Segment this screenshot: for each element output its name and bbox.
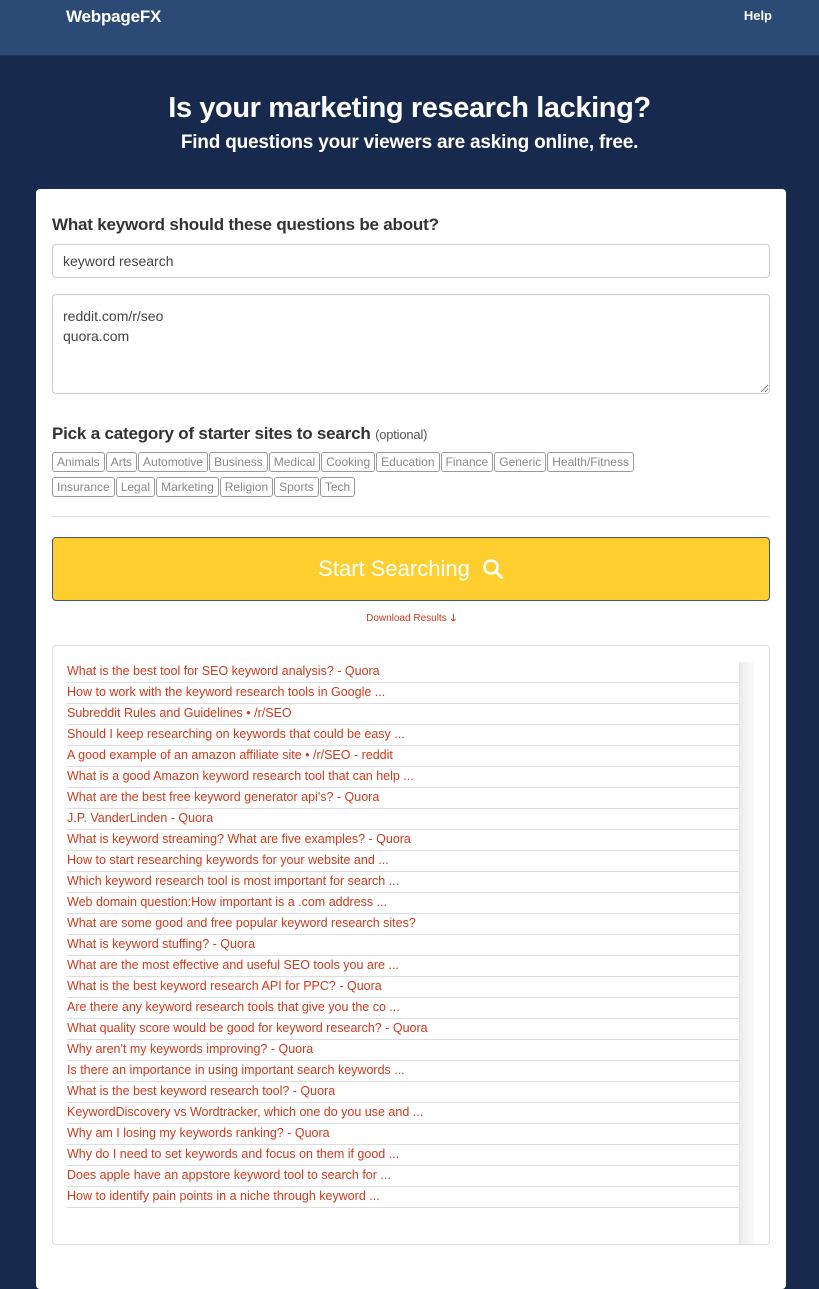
result-item: What quality score would be good for key… bbox=[67, 1019, 740, 1040]
result-item: How to identify pain points in a niche t… bbox=[67, 1187, 740, 1208]
result-item: Should I keep researching on keywords th… bbox=[67, 725, 740, 746]
result-link[interactable]: KeywordDiscovery vs Wordtracker, which o… bbox=[67, 1105, 423, 1119]
result-item: What is keyword stuffing? - Quora bbox=[67, 935, 740, 956]
result-item: What is the best keyword research tool? … bbox=[67, 1082, 740, 1103]
result-item: KeywordDiscovery vs Wordtracker, which o… bbox=[67, 1103, 740, 1124]
category-optional-note: (optional) bbox=[375, 427, 428, 442]
result-link[interactable]: What is keyword streaming? What are five… bbox=[67, 832, 411, 846]
result-link[interactable]: Which keyword research tool is most impo… bbox=[67, 874, 399, 888]
result-item: What is the best tool for SEO keyword an… bbox=[67, 662, 740, 683]
search-card: What keyword should these questions be a… bbox=[36, 189, 786, 1289]
result-item: J.P. VanderLinden - Quora bbox=[67, 809, 740, 830]
result-link[interactable]: J.P. VanderLinden - Quora bbox=[67, 811, 213, 825]
category-tag-arts[interactable]: Arts bbox=[105, 452, 138, 472]
keyword-label: What keyword should these questions be a… bbox=[52, 215, 439, 234]
results-panel: What is the best tool for SEO keyword an… bbox=[52, 645, 770, 1245]
category-tag-marketing[interactable]: Marketing bbox=[156, 477, 219, 497]
result-link[interactable]: What is a good Amazon keyword research t… bbox=[67, 769, 414, 783]
download-results-link[interactable]: Download Results 🡓 bbox=[52, 611, 770, 628]
results-scrollbar[interactable] bbox=[739, 662, 754, 1244]
result-item: Does apple have an appstore keyword tool… bbox=[67, 1166, 740, 1187]
result-item: Why do I need to set keywords and focus … bbox=[67, 1145, 740, 1166]
category-tag-medical[interactable]: Medical bbox=[268, 452, 321, 472]
category-tag-health-fitness[interactable]: Health/Fitness bbox=[547, 452, 634, 472]
category-tag-insurance[interactable]: Insurance bbox=[52, 477, 115, 497]
result-item: Is there an importance in using importan… bbox=[67, 1061, 740, 1082]
result-item: Why am I losing my keywords ranking? - Q… bbox=[67, 1124, 740, 1145]
divider bbox=[52, 516, 770, 517]
category-tag-generic[interactable]: Generic bbox=[494, 452, 547, 472]
category-tag-religion[interactable]: Religion bbox=[219, 477, 274, 497]
result-item: Web domain question:How important is a .… bbox=[67, 893, 740, 914]
result-item: Which keyword research tool is most impo… bbox=[67, 872, 740, 893]
category-tag-business[interactable]: Business bbox=[209, 452, 268, 472]
download-results-label: Download Results bbox=[366, 613, 447, 624]
result-item: A good example of an amazon affiliate si… bbox=[67, 746, 740, 767]
page-subtitle: Find questions your viewers are asking o… bbox=[180, 132, 639, 153]
category-label: Pick a category of starter sites to sear… bbox=[52, 424, 371, 443]
category-tag-animals[interactable]: Animals bbox=[52, 452, 105, 472]
result-link[interactable]: Why aren't my keywords improving? - Quor… bbox=[67, 1042, 313, 1056]
result-link[interactable]: Why do I need to set keywords and focus … bbox=[67, 1147, 399, 1161]
hero: Is your marketing research lacking? Find… bbox=[0, 56, 819, 154]
result-item: What is a good Amazon keyword research t… bbox=[67, 767, 740, 788]
start-searching-label: Start Searching bbox=[318, 556, 470, 581]
category-tag-finance[interactable]: Finance bbox=[440, 452, 494, 472]
result-link[interactable]: Is there an importance in using importan… bbox=[67, 1063, 405, 1077]
result-link[interactable]: Web domain question:How important is a .… bbox=[67, 895, 387, 909]
result-link[interactable]: A good example of an amazon affiliate si… bbox=[67, 748, 393, 762]
category-heading: Pick a category of starter sites to sear… bbox=[52, 424, 770, 444]
start-searching-button[interactable]: Start Searching bbox=[52, 537, 770, 601]
category-tags: Animals Arts Automotive Business Medical Cook… bbox=[52, 452, 770, 502]
result-item: What is keyword streaming? What are five… bbox=[67, 830, 740, 851]
result-item: What are the best free keyword generator… bbox=[67, 788, 740, 809]
result-link[interactable]: What are the best free keyword generator… bbox=[67, 790, 379, 804]
result-link[interactable]: What is the best tool for SEO keyword an… bbox=[67, 664, 380, 678]
result-link[interactable]: How to start researching keywords for yo… bbox=[67, 853, 389, 867]
arrow-down-icon: 🡓 bbox=[450, 613, 456, 624]
keyword-input[interactable] bbox=[52, 244, 770, 278]
result-link[interactable]: What are some good and free popular keyw… bbox=[67, 916, 416, 930]
category-tag-tech[interactable]: Tech bbox=[319, 477, 356, 497]
result-item: How to work with the keyword research to… bbox=[67, 683, 740, 704]
result-link[interactable]: What is keyword stuffing? - Quora bbox=[67, 937, 255, 951]
help-link[interactable]: Help bbox=[744, 8, 772, 23]
category-tag-legal[interactable]: Legal bbox=[115, 477, 156, 497]
result-link[interactable]: Does apple have an appstore keyword tool… bbox=[67, 1168, 391, 1182]
results-list: What is the best tool for SEO keyword an… bbox=[67, 662, 740, 1208]
result-link[interactable]: Should I keep researching on keywords th… bbox=[67, 727, 405, 741]
result-item: What are some good and free popular keyw… bbox=[67, 914, 740, 935]
brand-logo[interactable]: WebpageFX bbox=[66, 7, 161, 27]
result-link[interactable]: What are the most effective and useful S… bbox=[67, 958, 399, 972]
result-item: Why aren't my keywords improving? - Quor… bbox=[67, 1040, 740, 1061]
result-item: Are there any keyword research tools tha… bbox=[67, 998, 740, 1019]
result-link[interactable]: How to work with the keyword research to… bbox=[67, 685, 385, 699]
category-tag-automotive[interactable]: Automotive bbox=[138, 452, 209, 472]
category-tag-sports[interactable]: Sports bbox=[274, 477, 319, 497]
result-item: How to start researching keywords for yo… bbox=[67, 851, 740, 872]
top-navbar: WebpageFX Help bbox=[0, 0, 819, 56]
result-link[interactable]: Are there any keyword research tools tha… bbox=[67, 1000, 400, 1014]
category-tag-education[interactable]: Education bbox=[376, 452, 440, 472]
result-link[interactable]: Why am I losing my keywords ranking? - Q… bbox=[67, 1126, 330, 1140]
magnifier-icon bbox=[483, 559, 503, 579]
sites-textarea[interactable]: reddit.com/r/seo quora.com bbox=[52, 294, 770, 394]
result-item: What are the most effective and useful S… bbox=[67, 956, 740, 977]
result-link[interactable]: How to identify pain points in a niche t… bbox=[67, 1189, 380, 1203]
result-item: Subreddit Rules and Guidelines • /r/SEO bbox=[67, 704, 740, 725]
result-link[interactable]: What is the best keyword research API fo… bbox=[67, 979, 382, 993]
result-link[interactable]: What is the best keyword research tool? … bbox=[67, 1084, 335, 1098]
page-title: Is your marketing research lacking? bbox=[168, 92, 651, 124]
result-item: What is the best keyword research API fo… bbox=[67, 977, 740, 998]
result-link[interactable]: Subreddit Rules and Guidelines • /r/SEO bbox=[67, 706, 292, 720]
result-link[interactable]: What quality score would be good for key… bbox=[67, 1021, 428, 1035]
category-tag-cooking[interactable]: Cooking bbox=[321, 452, 376, 472]
